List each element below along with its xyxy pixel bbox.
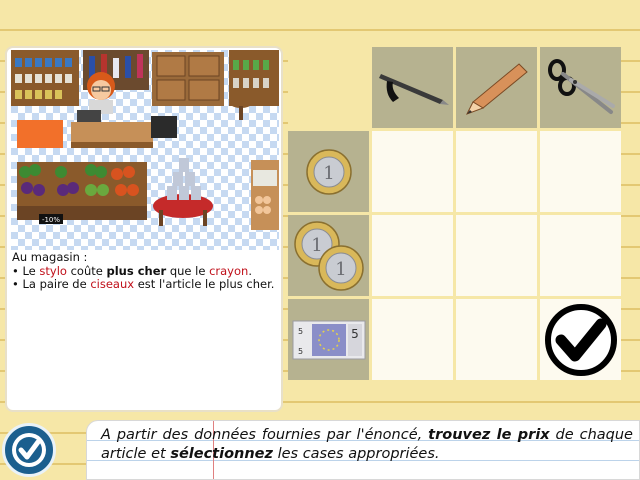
answer-cell-r2-c1[interactable] [372,215,453,296]
clue-emphasis: plus cher [106,263,167,278]
answer-cell-r1-c3[interactable] [540,131,621,212]
grid-corner [288,47,369,128]
clue-panel: -10% Au magasin : • Le stylo coûte plus … [5,46,283,412]
validate-button[interactable] [2,423,56,477]
pen-icon [378,73,449,105]
column-header-scissors [540,47,621,128]
checkmark-icon [544,303,617,376]
svg-text:1: 1 [335,259,346,280]
answer-cell-r1-c2[interactable] [456,131,537,212]
row-header-2-euro: 1 1 [288,215,369,296]
svg-text:5: 5 [351,327,359,341]
keyword-pen: stylo [39,263,67,278]
clue-intro: Au magasin : [12,250,88,264]
svg-text:1: 1 [311,235,322,256]
clue-line-2: • La paire de ciseaux est l'article le p… [12,277,275,291]
svg-text:1: 1 [323,163,334,184]
clue-text: Au magasin : • Le stylo coûte plus cher … [12,250,278,292]
answer-cell-r2-c3[interactable] [540,215,621,296]
row-header-5-euro: 5 5 5 [288,299,369,380]
logic-grid: 1 1 1 5 5 5 [288,47,621,381]
answer-cell-r3-c1[interactable] [372,299,453,380]
instruction-text: A partir des données fournies par l'énon… [101,427,633,462]
scissors-icon [547,58,615,114]
check-icon [12,433,46,467]
instruction-emphasis-2: sélectionnez [170,446,273,462]
answer-cell-r3-c3[interactable] [540,299,621,380]
clue-line-1: • Le stylo coûte plus cher que le crayon… [12,263,252,278]
shop-illustration: -10% [11,50,279,250]
answer-cell-r1-c1[interactable] [372,131,453,212]
keyword-scissors: ciseaux [90,277,135,291]
row-header-1-euro: 1 [288,131,369,212]
answer-cell-r3-c2[interactable] [456,299,537,380]
answer-cell-r2-c2[interactable] [456,215,537,296]
column-header-pen [372,47,453,128]
two-one-euro-coins-icon: 1 1 [293,220,364,291]
svg-text:5: 5 [298,327,303,336]
keyword-pencil: crayon [209,263,249,278]
one-euro-coin-icon: 1 [305,148,352,195]
shop-sign: -10% [42,216,60,224]
pencil-icon [465,62,528,115]
column-header-pencil [456,47,537,128]
instruction-emphasis-1: trouvez le prix [428,427,550,443]
five-euro-banknote-icon: 5 5 5 [292,320,365,359]
instruction-box: A partir des données fournies par l'énon… [86,420,640,480]
svg-text:5: 5 [298,347,303,356]
